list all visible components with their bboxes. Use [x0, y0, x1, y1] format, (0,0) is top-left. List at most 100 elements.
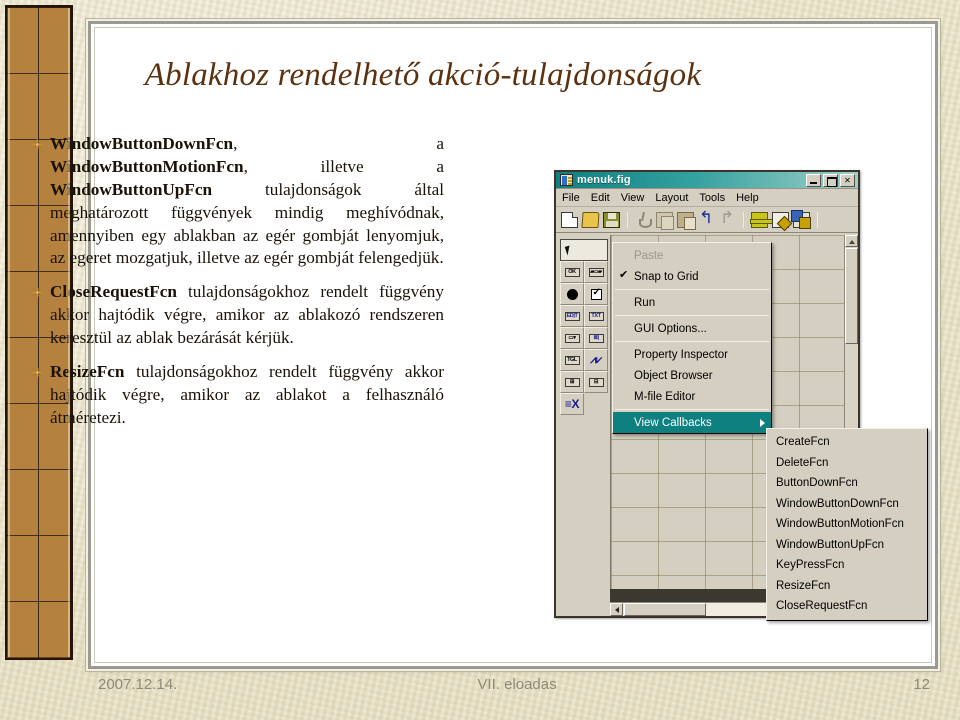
menubar: File Edit View Layout Tools Help — [556, 189, 858, 207]
context-item-label: View Callbacks — [634, 416, 712, 429]
horizontal-scroll-thumb[interactable] — [624, 603, 706, 616]
bullet-keyword: ResizeFcn — [50, 361, 125, 381]
slider-icon: ▰▱▰ — [588, 267, 604, 277]
m-file-editor-icon[interactable] — [791, 209, 811, 229]
minimize-button[interactable] — [806, 173, 821, 187]
footer-page-number: 12 — [913, 676, 930, 693]
bullet-text: ResizeFcn tulajdonságokhoz rendelt függv… — [50, 361, 444, 430]
scroll-left-button[interactable] — [610, 603, 623, 616]
window-titlebar: menuk.fig ✕ — [556, 172, 858, 189]
bullet-connector: , a — [233, 134, 444, 153]
toolbar — [556, 207, 858, 233]
undo-icon[interactable] — [698, 208, 715, 228]
popup-menu-tool[interactable]: ▭▾ — [560, 327, 584, 349]
menu-view[interactable]: View — [621, 192, 645, 204]
cursor-arrow-icon — [564, 244, 573, 256]
cut-scissors-icon[interactable] — [635, 212, 652, 228]
submenu-item-windowbuttonupfcn[interactable]: WindowButtonUpFcn — [767, 535, 927, 556]
bullet-keyword: WindowButtonDownFcn — [50, 134, 234, 153]
submenu-item-createfcn[interactable]: CreateFcn — [767, 432, 927, 453]
paste-icon[interactable] — [677, 211, 696, 230]
listbox-tool[interactable]: ≣| — [584, 327, 608, 349]
maximize-button[interactable] — [823, 173, 838, 187]
open-folder-icon[interactable] — [581, 211, 600, 228]
slide-footer: 2007.12.14. VII. eloadas 12 — [88, 676, 946, 702]
context-item-gui-options[interactable]: GUI Options... — [613, 318, 771, 339]
edit-text-icon: ED|T — [564, 311, 580, 321]
submenu-item-windowbuttondownfcn[interactable]: WindowButtonDownFcn — [767, 494, 927, 515]
bullet-item-close-request-fcn: CloseRequestFcn tulajdonságokhoz rendelt… — [24, 281, 444, 350]
context-item-snap-to-grid[interactable]: Snap to Grid — [613, 266, 771, 287]
toolbar-separator — [817, 211, 818, 228]
radio-icon — [566, 288, 578, 300]
activex-icon: ≡X — [564, 397, 580, 411]
button-group-tool[interactable]: ⊟ — [584, 371, 608, 393]
submenu-item-windowbuttonmotionfcn[interactable]: WindowButtonMotionFcn — [767, 514, 927, 535]
bullet-text: CloseRequestFcn tulajdonságokhoz rendelt… — [50, 281, 444, 350]
listbox-icon: ≣| — [588, 333, 604, 343]
menu-layout[interactable]: Layout — [655, 192, 688, 204]
figure-file-icon — [560, 174, 573, 186]
radio-button-tool[interactable] — [560, 283, 584, 305]
bullet-item-window-button-fcn: WindowButtonDownFcn, a WindowButtonMotio… — [24, 133, 444, 270]
context-menu: Paste Snap to Grid Run GUI Options... Pr… — [612, 242, 772, 434]
redo-icon[interactable] — [719, 208, 736, 228]
push-button-tool[interactable]: OK — [560, 261, 584, 283]
bullet-keyword: CloseRequestFcn — [50, 282, 177, 302]
new-file-icon[interactable] — [561, 211, 578, 228]
window-controls: ✕ — [806, 173, 856, 187]
menu-tools[interactable]: Tools — [699, 192, 725, 204]
submenu-item-buttondownfcn[interactable]: ButtonDownFcn — [767, 473, 927, 494]
toggle-button-tool[interactable]: TGL — [560, 349, 584, 371]
context-item-paste[interactable]: Paste — [613, 245, 771, 266]
align-objects-icon[interactable] — [750, 211, 773, 228]
menu-help[interactable]: Help — [736, 192, 759, 204]
context-item-m-file-editor[interactable]: M-file Editor — [613, 386, 771, 407]
bullet-keyword: WindowButtonMotionFcn — [50, 156, 244, 176]
bullet-connector: , illetve a — [243, 156, 444, 176]
submenu-item-closerequestfcn[interactable]: CloseRequestFcn — [767, 596, 927, 617]
edit-text-tool[interactable]: ED|T — [560, 305, 584, 327]
context-menu-separator — [615, 409, 769, 410]
context-item-run[interactable]: Run — [613, 292, 771, 313]
vertical-scroll-thumb[interactable] — [845, 248, 858, 344]
sunburst-star-bullet-icon — [24, 281, 50, 300]
popup-menu-icon: ▭▾ — [564, 333, 580, 343]
sunburst-star-bullet-icon — [24, 133, 50, 151]
callbacks-submenu: CreateFcn DeleteFcn ButtonDownFcn Window… — [766, 428, 928, 621]
pointer-tool[interactable] — [560, 239, 608, 261]
bullet-item-resize-fcn: ResizeFcn tulajdonságokhoz rendelt függv… — [24, 361, 444, 430]
page-title: Ablakhoz rendelhető akció-tulajdonságok — [144, 57, 702, 93]
close-button[interactable]: ✕ — [840, 173, 855, 187]
save-disk-icon[interactable] — [603, 211, 620, 228]
context-menu-separator — [615, 289, 769, 290]
toggle-button-icon: TGL — [564, 355, 580, 365]
bullet-keyword: WindowButtonUpFcn — [50, 179, 213, 199]
copy-icon[interactable] — [656, 211, 674, 230]
context-item-property-inspector[interactable]: Property Inspector — [613, 344, 771, 365]
panel-tool[interactable]: ⊞ — [560, 371, 584, 393]
component-palette: OK ▰▱▰ ED|T TXT ▭▾ ≣| — [560, 239, 608, 415]
context-item-object-browser[interactable]: Object Browser — [613, 365, 771, 386]
scroll-up-button[interactable] — [845, 235, 858, 247]
menu-file[interactable]: File — [562, 192, 580, 204]
button-group-icon: ⊟ — [588, 377, 604, 387]
menu-editor-icon[interactable] — [772, 211, 789, 228]
context-menu-separator — [615, 341, 769, 342]
menu-edit[interactable]: Edit — [591, 192, 610, 204]
footer-lecture-name: VII. eloadas — [477, 676, 557, 693]
submenu-item-keypressfcn[interactable]: KeyPressFcn — [767, 555, 927, 576]
axes-icon: ⩘⩗ — [590, 353, 602, 366]
checkbox-tool[interactable] — [584, 283, 608, 305]
context-item-view-callbacks[interactable]: View Callbacks — [613, 412, 771, 433]
static-text-tool[interactable]: TXT — [584, 305, 608, 327]
activex-control-tool[interactable]: ≡X — [560, 393, 584, 415]
submenu-item-resizefcn[interactable]: ResizeFcn — [767, 576, 927, 597]
toolbar-separator — [743, 211, 744, 228]
axes-tool[interactable]: ⩘⩗ — [584, 349, 608, 371]
checkbox-icon — [590, 287, 602, 300]
bullet-text: WindowButtonDownFcn, a WindowButtonMotio… — [50, 133, 444, 270]
slider-tool[interactable]: ▰▱▰ — [584, 261, 608, 283]
submenu-item-deletefcn[interactable]: DeleteFcn — [767, 453, 927, 474]
context-menu-separator — [615, 315, 769, 316]
